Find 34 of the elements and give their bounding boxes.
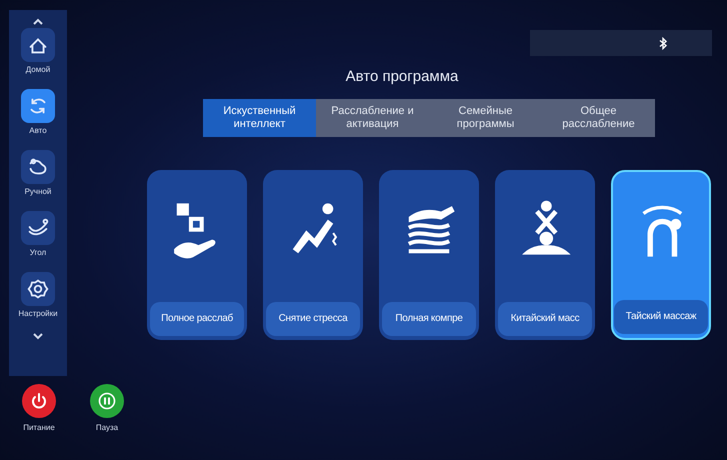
sidebar-item[interactable] <box>20 28 55 62</box>
tab[interactable]: Семейные программы <box>429 98 542 136</box>
program-card[interactable]: Снятие стресса <box>263 170 363 340</box>
tab[interactable]: Расслабление и активация <box>316 98 429 136</box>
tab[interactable]: Искуственный интеллект <box>203 98 316 136</box>
program-label: Полное расслаб <box>150 302 244 336</box>
program-label: Снятие стресса <box>266 302 360 336</box>
program-card[interactable]: Полное расслаб <box>147 170 247 340</box>
chevron-down-icon[interactable] <box>33 333 43 340</box>
sidebar-item[interactable] <box>20 211 55 245</box>
tab[interactable]: Общее расслабление <box>542 98 655 136</box>
page-title: Авто программа <box>346 67 458 87</box>
button-label: Пауза <box>96 422 118 434</box>
sidebar-item[interactable] <box>20 89 55 123</box>
program-label: Тайский массаж <box>614 300 708 334</box>
pause-button[interactable] <box>90 384 124 418</box>
chevron-up-icon[interactable] <box>33 18 43 25</box>
sidebar-label: Настройки <box>18 309 58 320</box>
power-button[interactable] <box>22 384 56 418</box>
sidebar-item[interactable] <box>20 272 55 306</box>
program-card[interactable]: Китайский масс <box>495 170 595 340</box>
sidebar-label: Ручной <box>24 187 52 198</box>
sidebar-label: Угол <box>30 248 46 259</box>
program-label: Китайский масс <box>498 302 592 336</box>
program-card[interactable]: Тайский массаж <box>611 170 711 340</box>
sidebar-item[interactable] <box>20 150 55 184</box>
bluetooth-icon <box>659 36 668 50</box>
program-label: Полная компре <box>382 302 476 336</box>
sidebar-label: Авто <box>29 126 47 137</box>
button-label: Питание <box>23 422 55 434</box>
power-icon <box>30 392 48 410</box>
sidebar-label: Домой <box>26 65 50 76</box>
program-card[interactable]: Полная компре <box>379 170 479 340</box>
pause-icon <box>98 392 116 410</box>
